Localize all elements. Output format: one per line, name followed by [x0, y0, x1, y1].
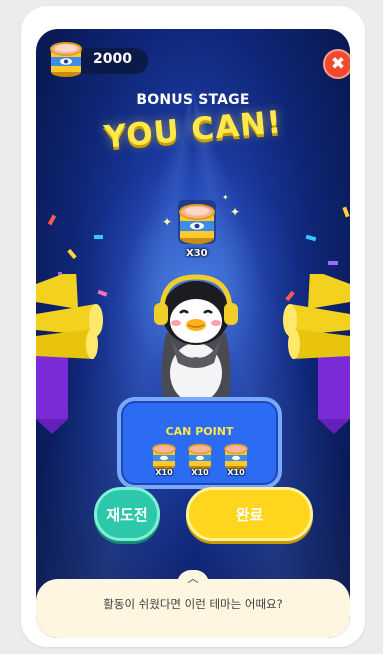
sparkle-icon: ✦ — [222, 193, 229, 202]
can-point-count: X10 — [191, 468, 209, 477]
sparkle-icon: ✦ — [230, 205, 241, 219]
penguin-character — [154, 274, 238, 401]
tuna-can-icon — [50, 42, 82, 77]
sparkle-icon: ✦ — [162, 215, 173, 229]
close-icon: ✖ — [330, 54, 346, 74]
tuna-can-icon — [188, 443, 212, 470]
trumpet-flag-left — [36, 274, 103, 434]
reward-count: X30 — [186, 248, 208, 259]
can-point-item: X10 — [151, 441, 177, 481]
can-point-count: X10 — [155, 468, 173, 477]
trumpet-flag-right — [283, 274, 350, 434]
retry-button[interactable]: 재도전 — [94, 487, 160, 541]
tuna-can-icon — [224, 443, 248, 470]
chevron-up-icon[interactable]: ︿ — [183, 570, 203, 585]
done-button[interactable]: 완료 — [186, 487, 313, 541]
can-point-title: CAN POINT — [165, 425, 234, 438]
close-button[interactable]: ✖ — [323, 49, 350, 79]
game-screen: 2000 ✖ BONUS STAGE YOU CAN! ✦ ✦ ✦ X30 CA… — [36, 29, 350, 638]
can-point-item: X10 — [187, 441, 213, 481]
can-point-count: X10 — [227, 468, 245, 477]
can-point-panel: CAN POINT X10 X10 X10 — [117, 397, 282, 489]
suggestion-text[interactable]: 활동이 쉬웠다면 이런 테마는 어때요? — [36, 596, 350, 612]
can-point-item: X10 — [223, 441, 249, 481]
tuna-can-icon — [178, 200, 216, 244]
tuna-can-icon — [152, 443, 176, 470]
coin-count: 2000 — [93, 51, 132, 67]
